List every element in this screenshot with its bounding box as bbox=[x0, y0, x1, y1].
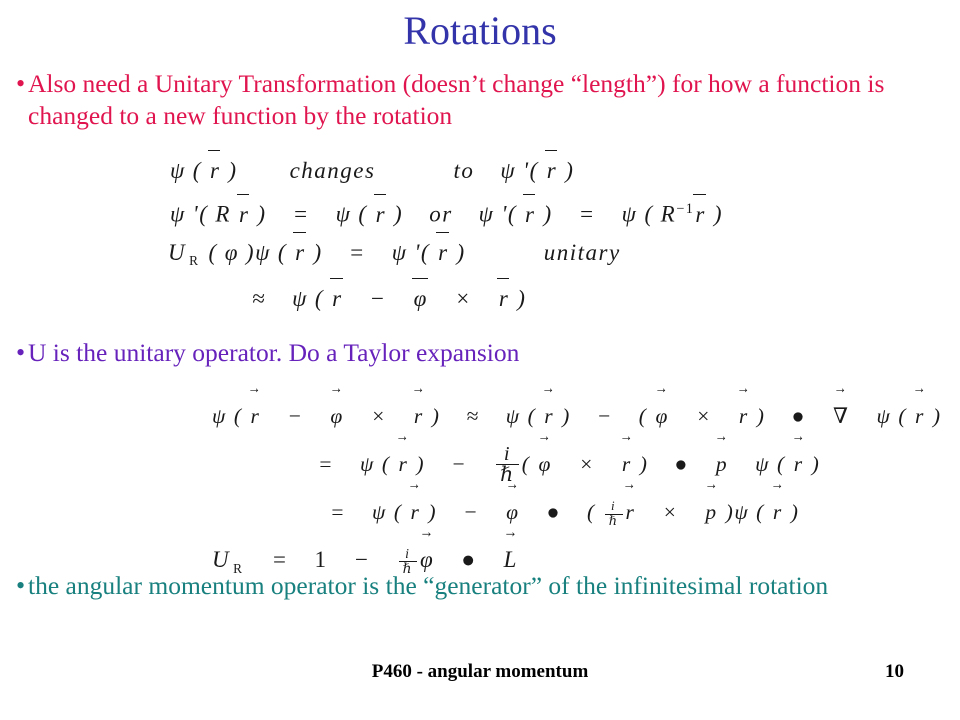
bullet-item-3: • the angular momentum operator is the “… bbox=[0, 570, 924, 602]
equation-block-2: ψ(r−φ×r)≈ψ(r)−(φ×r)●∇ψ(r) =ψ(r)−iℏ(φ×r)●… bbox=[0, 392, 960, 593]
bullet-text-1: Also need a Unitary Transformation (does… bbox=[28, 69, 885, 130]
bullet-text-3: the angular momentum operator is the “ge… bbox=[28, 571, 829, 600]
equation-line-1-4: ≈ ψ(r − φ × r) bbox=[0, 278, 960, 318]
page-title: Rotations bbox=[403, 8, 557, 53]
page-number: 10 bbox=[885, 661, 904, 682]
equation-line-2-3: =ψ(r)−φ●(iℏr×p)ψ(r) bbox=[0, 488, 960, 536]
equation-line-1-3: U R(φ)ψ(r) = ψ '(r) unitary bbox=[0, 231, 960, 281]
bullet-marker-icon: • bbox=[16, 338, 26, 367]
equation-line-2-1: ψ(r−φ×r)≈ψ(r)−(φ×r)●∇ψ(r) bbox=[0, 392, 960, 440]
slide-footer: P460 - angular momentum bbox=[371, 661, 589, 682]
equation-line-1-2: ψ '(Rr) = ψ(r) or ψ '(r) = ψ(R−1r) bbox=[0, 190, 960, 234]
bullet-item-1: • Also need a Unitary Transformation (do… bbox=[0, 68, 924, 132]
equation-line-1-1: ψ(r) changes to ψ '(r) bbox=[0, 150, 960, 190]
equation-block-1: ψ(r) changes to ψ '(r) ψ '(Rr) = ψ(r) or ψ '(r) = ψ(… bbox=[0, 150, 960, 318]
bullet-text-2: U is the unitary operator. Do a Taylor e… bbox=[28, 338, 520, 367]
equation-line-2-2: =ψ(r)−iℏ(φ×r)●pψ(r) bbox=[0, 440, 960, 488]
bullet-marker-icon: • bbox=[16, 571, 26, 600]
bullet-marker-icon: • bbox=[16, 69, 26, 98]
bullet-item-2: • U is the unitary operator. Do a Taylor… bbox=[0, 337, 924, 369]
